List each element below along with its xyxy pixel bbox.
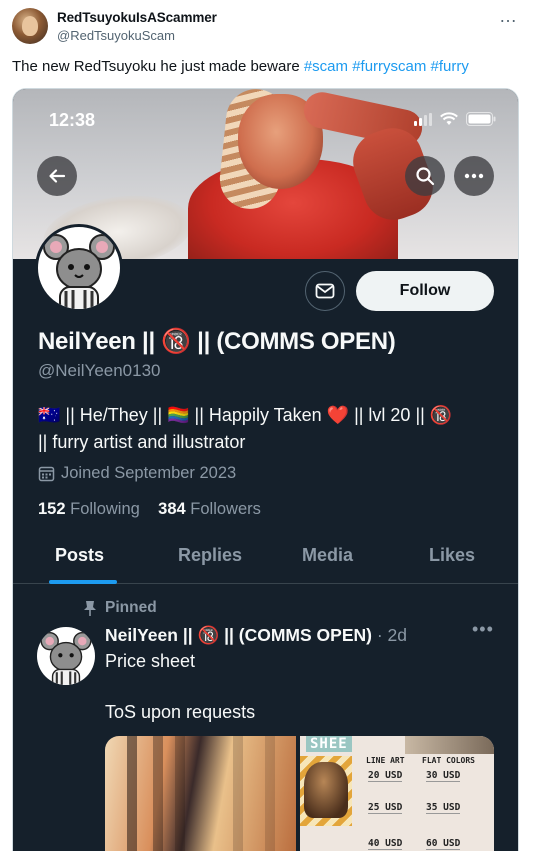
profile-avatar[interactable] xyxy=(35,224,123,312)
tweet-text: The new RedTsuyoku he just made beware #… xyxy=(12,58,469,76)
sheet-price: 30 USD xyxy=(426,770,461,782)
tweet-header: RedTsuyokuIsAScammer @RedTsuyokuScam … xyxy=(12,7,522,48)
hashtag-link[interactable]: #furryscam xyxy=(352,58,426,75)
sheet-price: 25 USD xyxy=(368,802,403,814)
status-icons xyxy=(414,111,496,127)
tweet-text-body: The new RedTsuyoku he just made beware xyxy=(12,58,304,75)
more-button[interactable] xyxy=(454,156,494,196)
sheet-price: 35 USD xyxy=(426,802,461,814)
bio-line: || furry artist and illustrator xyxy=(38,432,246,452)
post-more-icon[interactable]: ••• xyxy=(472,619,494,640)
followers-link[interactable]: 384 Followers xyxy=(158,500,261,518)
sheet-price: 20 USD xyxy=(368,770,403,782)
battery-icon xyxy=(466,112,496,126)
mail-icon xyxy=(315,283,335,299)
signal-icon xyxy=(414,112,432,126)
sheet-col-header: LINE ART xyxy=(366,756,405,765)
post-text-line: ToS upon requests xyxy=(105,702,256,722)
back-button[interactable] xyxy=(37,156,77,196)
bio-line: 🇦🇺 || He/They || 🏳️‍🌈 || Happily Taken ❤… xyxy=(38,405,453,425)
status-time: 12:38 xyxy=(49,110,96,130)
post-header: NeilYeen || 🔞 || (COMMS OPEN) · 2d xyxy=(105,625,407,646)
profile-display-name: NeilYeen || 🔞 || (COMMS OPEN) xyxy=(38,328,396,355)
following-count: 152 xyxy=(38,500,66,518)
joined-date: Joined September 2023 xyxy=(38,464,236,483)
pin-icon xyxy=(84,600,96,616)
wifi-icon xyxy=(440,112,458,126)
sheet-price: 40 USD xyxy=(368,838,403,850)
sheet-col-header: FLAT COLORS xyxy=(422,756,475,765)
author-avatar[interactable] xyxy=(12,8,48,44)
pinned-indicator: Pinned xyxy=(83,599,157,617)
hashtag-link[interactable]: #scam xyxy=(304,58,348,75)
embedded-screenshot[interactable]: 12:38 Follow NeilYeen || 🔞 || (COMMS OPE… xyxy=(12,88,519,851)
profile-tabs: Posts Replies Media Likes xyxy=(13,529,518,584)
following-label: Following xyxy=(70,500,140,518)
following-link[interactable]: 152 Following xyxy=(38,500,140,518)
author-name[interactable]: RedTsuyokuIsAScammer xyxy=(57,10,217,25)
tweet-more-icon[interactable]: … xyxy=(499,7,518,25)
tab-media[interactable]: Media xyxy=(302,545,353,566)
post-text-line: Price sheet xyxy=(105,651,196,671)
tab-replies[interactable]: Replies xyxy=(178,545,242,566)
active-tab-indicator xyxy=(49,580,117,584)
followers-count: 384 xyxy=(158,500,186,518)
joined-label: Joined September 2023 xyxy=(61,464,237,482)
tab-likes[interactable]: Likes xyxy=(429,545,475,566)
search-icon xyxy=(416,167,435,186)
post-author-name[interactable]: NeilYeen || 🔞 || (COMMS OPEN) xyxy=(105,625,372,645)
profile-handle: @NeilYeen0130 xyxy=(38,361,161,380)
more-dots-icon xyxy=(464,173,484,179)
post-media[interactable]: SHEE LINE ART FLAT COLORS 20 USD 30 USD … xyxy=(105,736,494,851)
search-button[interactable] xyxy=(405,156,445,196)
message-button[interactable] xyxy=(305,271,345,311)
calendar-icon xyxy=(38,466,55,482)
follow-stats: 152 Following 384 Followers xyxy=(38,500,261,519)
tab-posts[interactable]: Posts xyxy=(55,545,104,566)
pinned-label: Pinned xyxy=(105,599,157,616)
followers-label: Followers xyxy=(190,500,261,518)
sheet-title: SHEE xyxy=(306,736,352,752)
hashtag-link[interactable]: #furry xyxy=(431,58,469,75)
post-avatar[interactable] xyxy=(37,627,95,685)
media-image-artwork[interactable] xyxy=(105,736,296,851)
media-image-price-sheet[interactable]: SHEE LINE ART FLAT COLORS 20 USD 30 USD … xyxy=(300,736,494,851)
sheet-price: 60 USD xyxy=(426,838,461,850)
author-handle[interactable]: @RedTsuyokuScam xyxy=(57,28,175,43)
back-arrow-icon xyxy=(49,169,66,183)
profile-bio: 🇦🇺 || He/They || 🏳️‍🌈 || Happily Taken ❤… xyxy=(38,402,508,456)
follow-button[interactable]: Follow xyxy=(356,271,494,311)
post-time[interactable]: · 2d xyxy=(377,625,407,645)
